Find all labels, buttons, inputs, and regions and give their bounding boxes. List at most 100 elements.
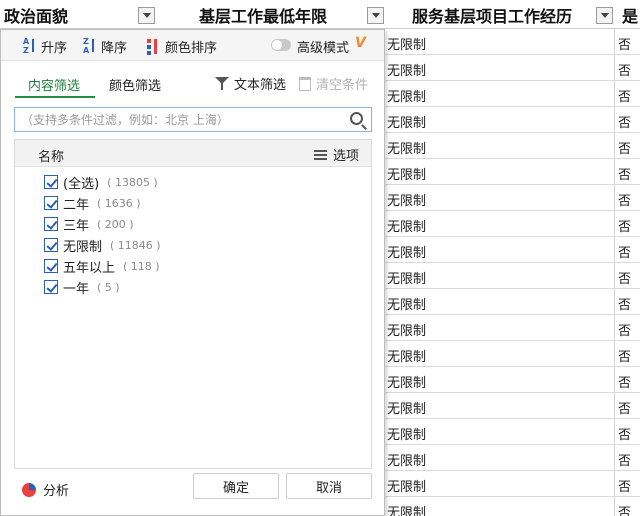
table-row: 无限制 否 xyxy=(384,133,640,159)
checkbox[interactable] xyxy=(44,217,58,231)
filter-search-box xyxy=(14,107,372,132)
column-filter-dropdown-icon[interactable] xyxy=(138,7,155,24)
table-cell[interactable]: 无限制 xyxy=(387,190,426,209)
options-icon xyxy=(313,149,327,160)
table-cell[interactable]: 无限制 xyxy=(387,398,426,417)
checkbox[interactable] xyxy=(44,196,58,210)
analysis-label: 分析 xyxy=(43,484,70,499)
table-cell[interactable]: 否 xyxy=(618,424,631,443)
table-cell[interactable]: 无限制 xyxy=(387,164,426,183)
column-header-label: 是 xyxy=(622,6,639,26)
options-label: 选项 xyxy=(332,149,359,164)
table-cell[interactable]: 无限制 xyxy=(387,60,426,79)
table-cell[interactable]: 无限制 xyxy=(387,450,426,469)
filter-list-item[interactable]: 无限制 ( 11846 ) xyxy=(44,235,161,255)
table-row: 无限制 否 xyxy=(384,393,640,419)
checkbox[interactable] xyxy=(44,259,58,273)
table-cell[interactable]: 否 xyxy=(618,164,631,183)
filter-footer: 分析 确定 取消 xyxy=(1,470,384,516)
active-tab-indicator xyxy=(15,96,95,98)
table-cell[interactable]: 否 xyxy=(618,346,631,365)
filter-search-input[interactable] xyxy=(21,111,341,129)
table-cell[interactable]: 否 xyxy=(618,320,631,339)
column-header-partial[interactable]: 是 xyxy=(622,0,638,29)
sort-ascending-button[interactable]: A Z 升序 xyxy=(23,36,67,56)
table-cell[interactable]: 否 xyxy=(618,294,631,313)
table-cell[interactable]: 无限制 xyxy=(387,346,426,365)
table-cell[interactable]: 否 xyxy=(618,86,631,105)
table-row: 无限制 否 xyxy=(384,445,640,471)
sort-by-color-button[interactable]: 颜色排序 xyxy=(147,36,217,56)
tab-color-filter[interactable]: 颜色筛选 xyxy=(109,75,161,94)
table-cell[interactable]: 无限制 xyxy=(387,216,426,235)
clear-conditions-button[interactable]: 清空条件 xyxy=(299,74,368,93)
checkbox[interactable] xyxy=(44,175,58,189)
table-row: 无限制 否 xyxy=(384,237,640,263)
filter-list-item[interactable]: 三年 ( 200 ) xyxy=(44,214,134,234)
search-icon[interactable] xyxy=(350,112,363,125)
column-filter-dropdown-icon[interactable] xyxy=(596,7,613,24)
sort-toolbar: A Z 升序 Z A 降序 颜色排序 高级模式 V xyxy=(1,30,384,61)
column-header-min-years[interactable]: 基层工作最低年限 xyxy=(199,0,327,29)
table-row: 无限制 否 xyxy=(384,471,640,497)
column-header-grassroots-experience[interactable]: 服务基层项目工作经历 xyxy=(412,0,572,29)
sort-ascending-label: 升序 xyxy=(41,40,68,56)
table-cell[interactable]: 否 xyxy=(618,450,631,469)
table-cell[interactable]: 否 xyxy=(618,268,631,287)
table-cell[interactable]: 否 xyxy=(618,372,631,391)
column-filter-dropdown-icon[interactable] xyxy=(367,7,384,24)
table-cell[interactable]: 无限制 xyxy=(387,138,426,157)
table-cell[interactable]: 否 xyxy=(618,138,631,157)
table-cell[interactable]: 无限制 xyxy=(387,502,426,516)
filter-list-item[interactable]: (全选) ( 13805 ) xyxy=(44,172,158,192)
filter-tabs: 内容筛选 颜色筛选 文本筛选 清空条件 xyxy=(1,61,384,103)
filter-item-label: 一年 xyxy=(63,281,90,297)
text-filter-button[interactable]: 文本筛选 xyxy=(215,74,286,93)
table-cell[interactable]: 无限制 xyxy=(387,424,426,443)
table-row: 无限制 否 xyxy=(384,497,640,516)
filter-item-count: ( 5 ) xyxy=(97,280,120,294)
table-cell[interactable]: 否 xyxy=(618,476,631,495)
vip-icon: V xyxy=(355,35,366,51)
column-header-label: 服务基层项目工作经历 xyxy=(412,6,573,26)
table-cell[interactable]: 否 xyxy=(618,190,631,209)
checkbox[interactable] xyxy=(44,280,58,294)
filter-item-count: ( 200 ) xyxy=(97,217,134,231)
filter-item-label: 二年 xyxy=(63,197,90,213)
table-cell[interactable]: 无限制 xyxy=(387,372,426,391)
table-cell[interactable]: 否 xyxy=(618,398,631,417)
table-cell[interactable]: 无限制 xyxy=(387,476,426,495)
table-cell[interactable]: 无限制 xyxy=(387,242,426,261)
advanced-mode-toggle[interactable] xyxy=(271,39,291,51)
table-cell[interactable]: 否 xyxy=(618,112,631,131)
table-cell[interactable]: 否 xyxy=(618,502,631,516)
filter-item-label: 五年以上 xyxy=(63,260,116,276)
column-header-political-status[interactable]: 政治面貌 xyxy=(4,0,68,29)
cancel-button[interactable]: 取消 xyxy=(286,473,372,499)
pie-chart-icon xyxy=(22,482,36,497)
table-row: 无限制 否 xyxy=(384,419,640,445)
table-row: 无限制 否 xyxy=(384,367,640,393)
table-cell[interactable]: 否 xyxy=(618,34,631,53)
table-cell[interactable]: 无限制 xyxy=(387,294,426,313)
analysis-button[interactable]: 分析 xyxy=(22,480,69,499)
sort-descending-button[interactable]: Z A 降序 xyxy=(83,36,127,56)
filter-list-item[interactable]: 二年 ( 1636 ) xyxy=(44,193,141,213)
table-cell[interactable]: 无限制 xyxy=(387,268,426,287)
filter-list-item[interactable]: 五年以上 ( 118 ) xyxy=(44,256,160,276)
table-cell[interactable]: 无限制 xyxy=(387,34,426,53)
tab-content-filter[interactable]: 内容筛选 xyxy=(28,75,80,94)
table-row: 无限制 否 xyxy=(384,55,640,81)
options-button[interactable]: 选项 xyxy=(313,145,359,164)
filter-list-item[interactable]: 一年 ( 5 ) xyxy=(44,277,120,297)
table-cell[interactable]: 无限制 xyxy=(387,112,426,131)
table-cell[interactable]: 否 xyxy=(618,216,631,235)
table-cell[interactable]: 否 xyxy=(618,60,631,79)
table-cell[interactable]: 否 xyxy=(618,242,631,261)
table-cell[interactable]: 无限制 xyxy=(387,320,426,339)
column-header-label: 政治面貌 xyxy=(4,6,69,26)
clear-conditions-label: 清空条件 xyxy=(316,78,369,93)
table-cell[interactable]: 无限制 xyxy=(387,86,426,105)
ok-button[interactable]: 确定 xyxy=(193,473,279,499)
checkbox[interactable] xyxy=(44,238,58,252)
